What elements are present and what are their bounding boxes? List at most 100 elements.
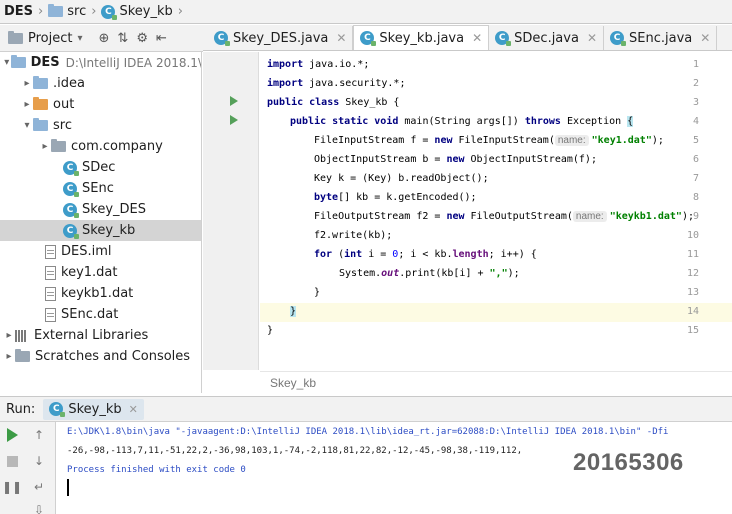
locate-icon[interactable]: ⊕ [99, 31, 110, 46]
tree-item-label: External Libraries [34, 328, 149, 343]
run-panel-label: Run: [6, 401, 36, 417]
code-text: FileInputStream f = [314, 135, 435, 146]
tab-skey-kb[interactable]: C Skey_kb.java ✕ [353, 25, 490, 50]
java-class-icon: C [101, 4, 118, 20]
java-class-icon: C [63, 181, 79, 197]
tree-item-external-libraries[interactable]: ▸ External Libraries [0, 325, 201, 346]
tab-senc[interactable]: C SEnc.java ✕ [604, 26, 718, 50]
folder-icon [48, 4, 64, 17]
close-icon[interactable]: ✕ [587, 31, 597, 45]
close-icon[interactable]: ✕ [700, 31, 710, 45]
tree-item-label: SEnc.dat [61, 307, 119, 322]
code-text: i = [362, 249, 393, 260]
file-icon [45, 307, 56, 322]
project-view-dropdown[interactable]: Project ▾ [8, 30, 83, 46]
gear-icon[interactable]: ⚙ [136, 31, 148, 46]
tree-item-key1-dat[interactable]: key1.dat [0, 262, 201, 283]
line-number: 8 [692, 192, 699, 203]
tree-item-senc[interactable]: C SEnc [0, 178, 201, 199]
run-tab-skey-kb[interactable]: C Skey_kb ✕ [43, 398, 144, 420]
run-main-icon[interactable] [230, 115, 238, 125]
chevron-right-icon[interactable]: ▸ [3, 330, 15, 341]
string-literal: "keykb1.dat" [609, 211, 682, 222]
file-icon [45, 286, 56, 301]
pause-button[interactable]: ❚❚ [2, 479, 22, 495]
chevron-down-icon[interactable]: ▾ [3, 57, 11, 68]
tree-item-sdec[interactable]: C SDec [0, 157, 201, 178]
tree-item-label: Skey_DES [82, 202, 146, 217]
module-folder-icon [10, 55, 26, 68]
java-class-icon: C [63, 223, 79, 239]
keyword: new [446, 211, 465, 222]
close-icon[interactable]: ✕ [129, 403, 138, 416]
java-class-icon: C [49, 402, 66, 417]
tree-item-des[interactable]: ▾ DES D:\IntelliJ IDEA 2018.1\ [0, 52, 202, 73]
tree-item-label: key1.dat [61, 265, 118, 280]
tab-skey-des[interactable]: C Skey_DES.java ✕ [208, 26, 354, 50]
line-number: 6 [692, 154, 699, 165]
tree-item-idea[interactable]: ▸ .idea [0, 73, 201, 94]
excluded-folder-icon [33, 97, 48, 110]
tree-item-label: src [53, 118, 72, 133]
chevron-down-icon[interactable]: ▾ [21, 120, 33, 131]
field-name: out [381, 268, 400, 279]
chevron-right-icon[interactable]: ▸ [21, 99, 33, 110]
chevron-right-icon[interactable]: ▸ [21, 78, 33, 89]
keyword: for [314, 249, 333, 260]
code-text: java.io.*; [303, 59, 370, 70]
scroll-end-icon[interactable]: ⇩ [31, 502, 47, 514]
project-panel-title: Project [28, 30, 73, 46]
close-icon[interactable]: ✕ [472, 31, 482, 45]
tree-item-out[interactable]: ▸ out [0, 94, 201, 115]
tree-item-senc-dat[interactable]: SEnc.dat [0, 304, 201, 325]
tree-item-skey-des[interactable]: C Skey_DES [0, 199, 201, 220]
soft-wrap-icon[interactable]: ↵ [31, 479, 47, 495]
code-line: public class Skey_kb { [267, 97, 399, 108]
editor-breadcrumb[interactable]: Skey_kb [260, 371, 732, 393]
watermark-text: 20165306 [573, 449, 684, 476]
string-literal: "key1.dat" [591, 135, 652, 146]
keyword: public class [267, 97, 340, 108]
breadcrumb-project-label: DES [4, 4, 34, 19]
breadcrumb-project[interactable]: DES [4, 4, 33, 19]
tree-item-src[interactable]: ▾ src [0, 115, 201, 136]
code-text: main(String args[]) [398, 116, 525, 127]
code-editor[interactable]: 1 2 3 4 5 6 7 8 9 10 11 12 13 14 15 impo… [203, 52, 732, 393]
parameter-hint: name: [572, 211, 607, 222]
breadcrumb-separator: › [38, 4, 44, 19]
code-text: Skey_kb { [339, 97, 400, 108]
parameter-hint: name: [554, 135, 589, 146]
tree-item-des-iml[interactable]: DES.iml [0, 241, 201, 262]
code-line: System.out.print(kb[i] + ","); [339, 268, 520, 279]
line-number: 13 [686, 287, 699, 298]
current-line-highlight [260, 303, 732, 322]
code-line: for (int i = 0; i < kb.length; i++) { [314, 249, 537, 260]
close-icon[interactable]: ✕ [336, 31, 346, 45]
chevron-right-icon[interactable]: ▸ [3, 351, 15, 362]
up-arrow-icon[interactable]: ↑ [31, 427, 47, 443]
line-number: 15 [686, 325, 699, 336]
java-class-icon: C [495, 31, 512, 46]
tree-item-scratches[interactable]: ▸ Scratches and Consoles [0, 346, 201, 367]
tree-item-keykb1-dat[interactable]: keykb1.dat [0, 283, 201, 304]
tab-sdec[interactable]: C SDec.java ✕ [489, 26, 604, 50]
hide-panel-icon[interactable]: ⇤ [156, 31, 167, 46]
tree-item-skey-kb[interactable]: C Skey_kb [0, 220, 201, 241]
stop-button[interactable] [4, 453, 20, 469]
breadcrumb-class[interactable]: C Skey_kb [101, 4, 173, 20]
run-class-icon[interactable] [230, 96, 238, 106]
breadcrumb-src[interactable]: src [48, 4, 86, 19]
tree-item-com-company[interactable]: ▸ com.company [0, 136, 201, 157]
java-class-icon: C [63, 160, 79, 176]
code-text: java.security.*; [303, 78, 406, 89]
code-line: } [267, 325, 274, 336]
code-text: System. [339, 268, 382, 279]
rerun-button[interactable] [4, 427, 20, 443]
line-number: 2 [692, 78, 699, 89]
collapse-all-icon[interactable]: ⇅ [117, 31, 128, 46]
chevron-right-icon[interactable]: ▸ [39, 141, 51, 152]
code-line: import java.security.*; [267, 78, 405, 89]
tree-item-path: D:\IntelliJ IDEA 2018.1\ [65, 55, 202, 70]
keyword: int [344, 249, 363, 260]
down-arrow-icon[interactable]: ↓ [31, 453, 47, 469]
